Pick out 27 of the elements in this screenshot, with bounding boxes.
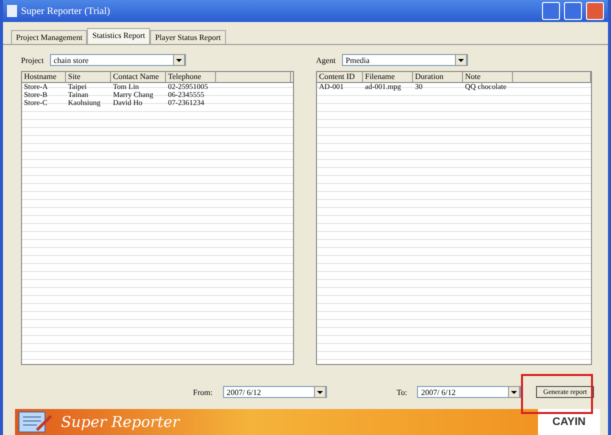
column-header[interactable]: Site <box>66 72 111 82</box>
column-header[interactable]: Telephone <box>166 72 216 82</box>
column-header[interactable]: Contact Name <box>111 72 166 82</box>
to-date-field[interactable]: 2007/ 6/12 <box>417 386 522 398</box>
app-icon <box>7 5 17 17</box>
column-header[interactable]: Content ID <box>317 72 363 82</box>
tab[interactable]: Player Status Report <box>150 30 226 44</box>
company-logo: CAYIN <box>538 409 600 435</box>
minimize-button[interactable] <box>542 2 560 20</box>
tab[interactable]: Statistics Report <box>87 28 150 44</box>
column-header[interactable]: Hostname <box>22 72 66 82</box>
agent-label: Agent <box>316 56 336 64</box>
tab[interactable]: Project Management <box>11 30 88 44</box>
column-header[interactable]: Duration <box>413 72 463 82</box>
banner-title: Super Reporter <box>61 413 180 431</box>
column-header[interactable]: Filename <box>363 72 413 82</box>
to-label: To: <box>396 388 408 396</box>
project-label: Project <box>21 56 44 64</box>
column-header[interactable]: Note <box>463 72 513 82</box>
project-dropdown[interactable]: chain store <box>50 54 186 66</box>
highlight-frame <box>521 374 593 414</box>
close-button[interactable] <box>586 2 604 20</box>
agent-dropdown[interactable]: Pmedia <box>342 54 468 66</box>
maximize-button[interactable] <box>564 2 582 20</box>
from-label: From: <box>193 388 213 396</box>
window-title: Super Reporter (Trial) <box>21 6 110 16</box>
from-date-field[interactable]: 2007/ 6/12 <box>222 386 327 398</box>
